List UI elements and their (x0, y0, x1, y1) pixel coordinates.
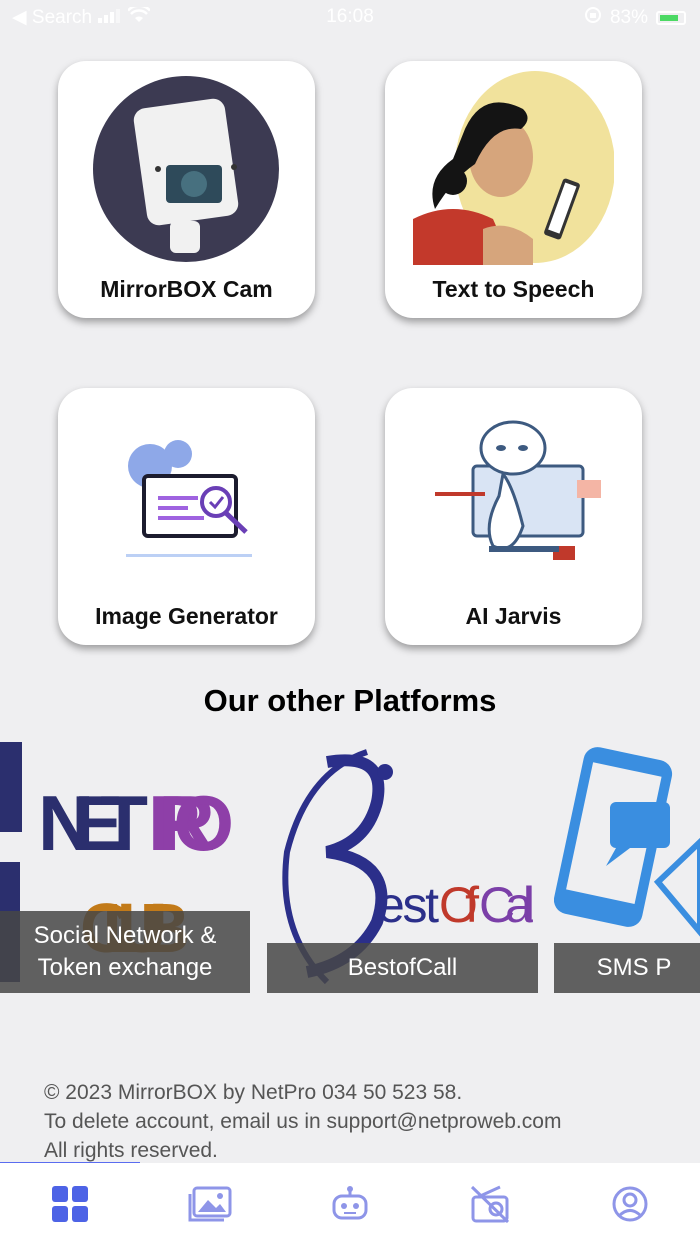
card-label: Text to Speech (432, 276, 595, 302)
profile-tab[interactable] (600, 1174, 660, 1234)
card-label: MirrorBOX Cam (100, 276, 273, 302)
copyright-text: © 2023 MirrorBOX by NetPro 034 50 523 58… (44, 1081, 463, 1104)
rights-text: All rights reserved. (44, 1139, 218, 1162)
platform-caption: SMS P (554, 943, 700, 993)
card-label: Image Generator (95, 603, 278, 629)
svg-text:Of: Of (439, 877, 479, 933)
svg-text:est: est (377, 877, 439, 933)
home-tab[interactable] (40, 1174, 100, 1234)
svg-text:NET: NET (38, 779, 148, 867)
radio-tab[interactable] (460, 1174, 520, 1234)
footer: © 2023 MirrorBOX by NetPro 034 50 523 58… (44, 1078, 561, 1165)
battery-percent: 83% (609, 7, 648, 28)
image-generator-icon (126, 440, 252, 557)
grid-icon (52, 1185, 88, 1222)
card-text-to-speech[interactable]: Text to Speech (385, 61, 642, 318)
platform-caption: BestofCall (267, 943, 538, 993)
woman-phone-icon (413, 71, 614, 265)
battery-icon (656, 11, 686, 25)
svg-text:Call: Call (479, 877, 535, 933)
platform-bestofcall[interactable]: est Of Call BestofCall (267, 732, 538, 994)
card-image-generator[interactable]: Image Generator (58, 388, 315, 645)
robot-icon (435, 420, 601, 560)
status-bar: ◀ Search 16:08 83% (0, 0, 700, 36)
card-label: AI Jarvis (465, 603, 562, 629)
platform-netpro-club[interactable]: NET PRO CLUB Social Network & Token exch… (0, 732, 250, 994)
bottom-tab-bar (0, 1163, 700, 1244)
radio-off-icon (470, 1185, 510, 1223)
card-mirrorbox-cam[interactable]: MirrorBOX Cam (58, 61, 315, 318)
security-camera-icon (93, 76, 279, 262)
bot-tab[interactable] (320, 1174, 380, 1234)
svg-text:PRO: PRO (148, 779, 234, 867)
gallery-icon (188, 1186, 232, 1221)
gallery-tab[interactable] (180, 1174, 240, 1234)
card-ai-jarvis[interactable]: AI Jarvis (385, 388, 642, 645)
robot-icon (332, 1185, 368, 1219)
delete-account-text: To delete account, email us in support@n… (44, 1110, 562, 1133)
platforms-carousel[interactable]: NET PRO CLUB Social Network & Token exch… (0, 732, 700, 1002)
platform-sms[interactable]: SMS P (553, 732, 700, 994)
user-circle-icon (612, 1186, 648, 1221)
section-title: Our other Platforms (203, 683, 497, 718)
orientation-lock-icon (584, 6, 602, 30)
platform-caption: Social Network & Token exchange (0, 911, 250, 993)
